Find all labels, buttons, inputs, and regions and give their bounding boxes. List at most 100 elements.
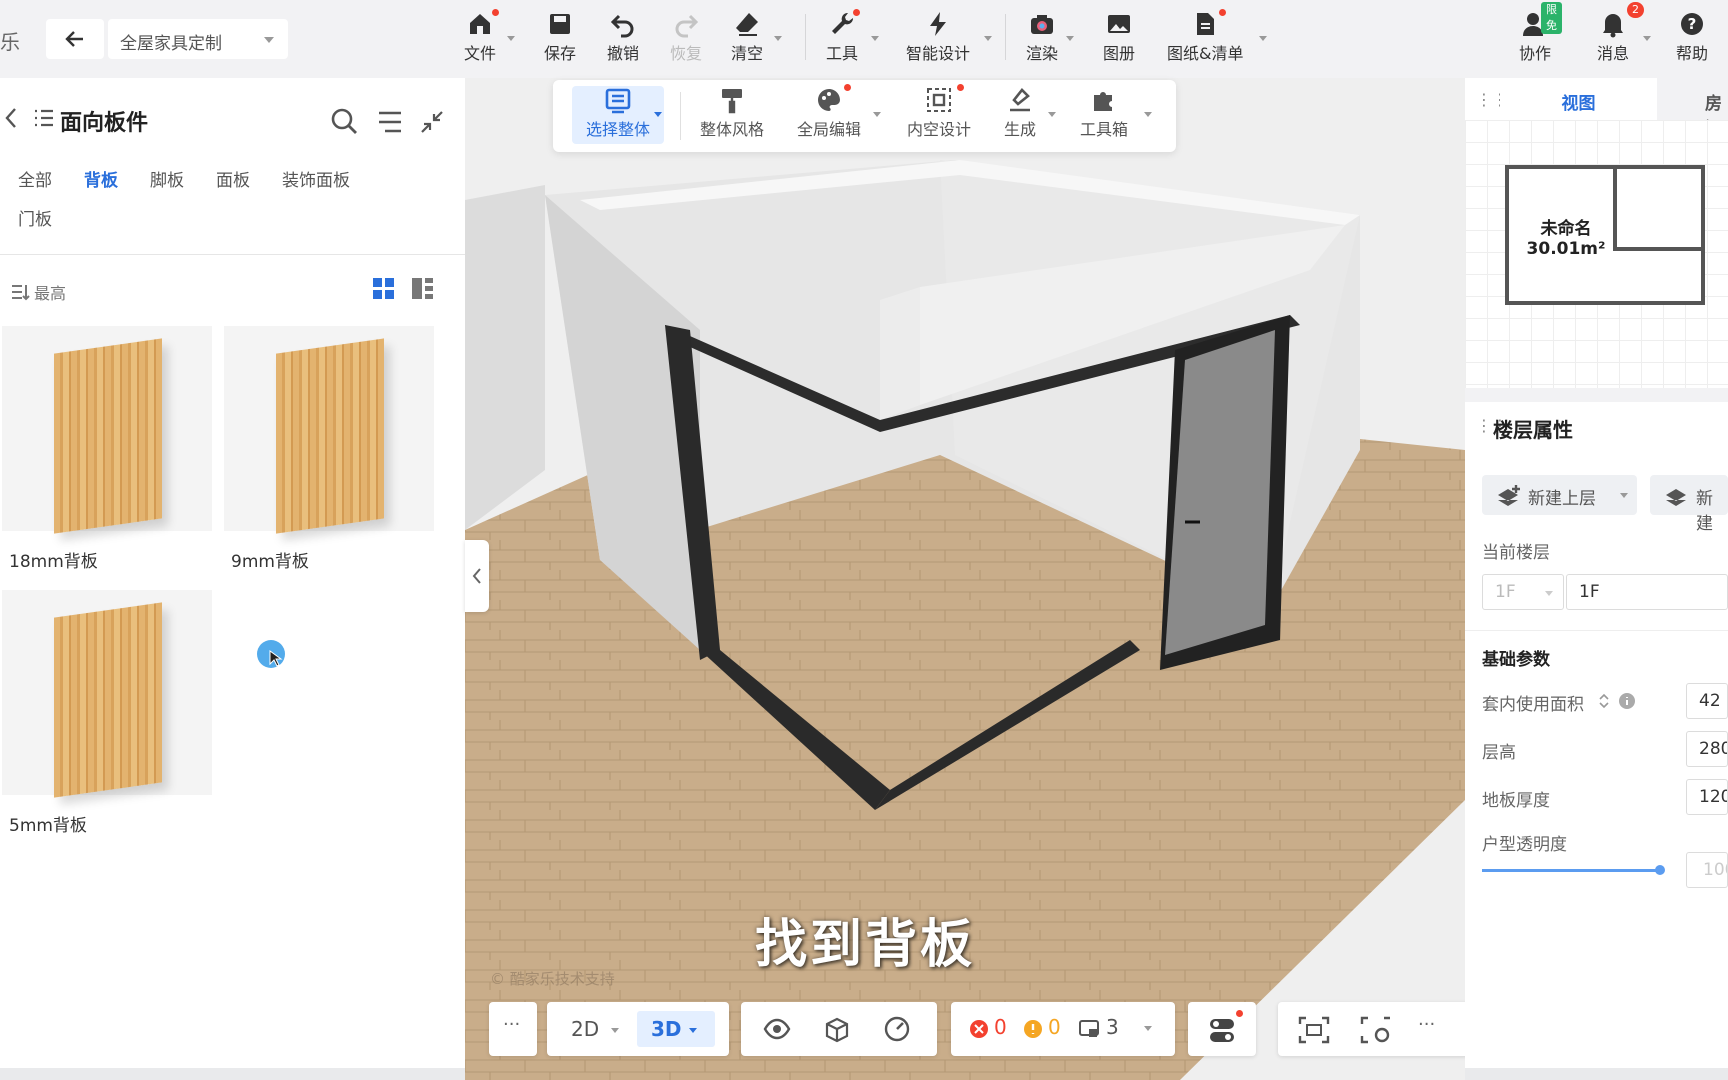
- chevron-down-icon: [1259, 36, 1267, 41]
- project-selector[interactable]: 全屋家具定制: [108, 19, 288, 59]
- drawings-list-label: 图纸&清单: [1167, 44, 1244, 63]
- filter-icon[interactable]: [377, 110, 403, 134]
- sort-arrows-icon[interactable]: [1598, 692, 1610, 710]
- tab-face-panel[interactable]: 面板: [216, 166, 250, 191]
- model-icon: [1079, 1020, 1099, 1037]
- tab-all[interactable]: 全部: [18, 166, 52, 191]
- mode-3d-button[interactable]: 3D: [637, 1011, 715, 1047]
- watermark: © 酷家乐技术支持: [490, 970, 615, 988]
- messages-button[interactable]: 消息 2: [1597, 2, 1651, 64]
- floor-height-label: 层高: [1482, 743, 1516, 763]
- product-name: 18mm背板: [9, 552, 98, 572]
- chevron-down-icon: [689, 1028, 697, 1033]
- room-label: 未命名 30.01m²: [1521, 219, 1611, 259]
- screenshot-icon[interactable]: [1298, 1016, 1330, 1044]
- cursor-highlight: [257, 640, 285, 668]
- floor-select[interactable]: 1F: [1482, 574, 1564, 610]
- collapse-icon[interactable]: [420, 110, 444, 134]
- floor-name-input[interactable]: 1F: [1566, 574, 1728, 610]
- save-label: 保存: [544, 44, 577, 63]
- more-icon[interactable]: ···: [1418, 1014, 1435, 1035]
- viewport-tools: ···: [1278, 1002, 1470, 1056]
- chevron-down-icon: [1048, 112, 1056, 117]
- collaborate-button[interactable]: 协作 限免: [1519, 2, 1562, 64]
- list-view-icon[interactable]: [411, 277, 435, 301]
- interior-design-button[interactable]: 内空设计: [907, 82, 971, 140]
- new-lower-floor-button[interactable]: 新建: [1650, 475, 1728, 534]
- sort-control[interactable]: 最高: [10, 280, 66, 304]
- tab-room[interactable]: 房间: [1657, 78, 1728, 120]
- floor-thickness-input[interactable]: 120: [1686, 779, 1728, 815]
- display-tools: [741, 1002, 937, 1056]
- tab-view[interactable]: 视图: [1500, 78, 1657, 120]
- grid-view-icon[interactable]: [372, 277, 396, 301]
- chevron-down-icon: [654, 112, 662, 117]
- warning-count: 0: [1048, 1015, 1061, 1039]
- global-edit-button[interactable]: 全局编辑: [797, 82, 881, 140]
- product-name: 9mm背板: [231, 552, 309, 572]
- select-whole-label: 选择整体: [585, 120, 650, 139]
- floorplan-wall: [1613, 247, 1703, 251]
- clear-button[interactable]: 清空: [731, 10, 782, 64]
- transparency-slider[interactable]: [1482, 865, 1665, 875]
- settings-toggle-button[interactable]: [1188, 1002, 1256, 1056]
- cube-icon[interactable]: [823, 1015, 851, 1043]
- undo-icon: [610, 14, 634, 38]
- select-whole-button[interactable]: 选择整体: [572, 86, 664, 144]
- tab-door-panel[interactable]: 门板: [18, 205, 52, 230]
- album-button[interactable]: 图册: [1103, 10, 1135, 64]
- chevron-down-icon: [871, 36, 879, 41]
- model-count: 3: [1106, 1015, 1119, 1039]
- more-options-button[interactable]: ···: [489, 1002, 537, 1056]
- undo-button[interactable]: 撤销: [607, 10, 639, 64]
- lightning-icon: [930, 12, 946, 36]
- collapse-panel-handle[interactable]: [465, 540, 489, 612]
- smart-design-label: 智能设计: [906, 44, 971, 63]
- chevron-left-icon[interactable]: [4, 106, 18, 130]
- toolbar-divider: [1005, 14, 1006, 60]
- product-card[interactable]: [2, 326, 212, 534]
- redo-button[interactable]: 恢复: [670, 10, 702, 64]
- chevron-down-icon: [1620, 493, 1628, 498]
- back-panel-thumbnail: [54, 602, 162, 798]
- drawings-list-button[interactable]: 图纸&清单: [1167, 7, 1267, 64]
- chevron-down-icon: [1545, 591, 1553, 596]
- usable-area-input[interactable]: 42: [1686, 683, 1728, 719]
- tab-back-panel[interactable]: 背板: [84, 166, 118, 191]
- generate-button[interactable]: 生成: [1004, 86, 1056, 140]
- render-button[interactable]: 渲染: [1026, 10, 1074, 64]
- save-button[interactable]: 保存: [544, 10, 576, 64]
- puzzle-icon: [1094, 92, 1112, 111]
- product-card[interactable]: [224, 326, 434, 534]
- eye-icon[interactable]: [763, 1016, 791, 1042]
- tab-decor-panel[interactable]: 装饰面板: [282, 166, 350, 191]
- mode-2d-button[interactable]: 2D: [561, 1011, 627, 1047]
- chevron-down-icon: [264, 37, 274, 43]
- file-button[interactable]: 文件: [464, 7, 515, 64]
- floor-height-input[interactable]: 280: [1686, 731, 1728, 767]
- floor-select-value: 1F: [1495, 582, 1516, 602]
- transparency-input[interactable]: 100: [1686, 852, 1728, 888]
- status-checks[interactable]: 0 0 3: [951, 1002, 1175, 1056]
- overall-style-button[interactable]: 整体风格: [700, 86, 764, 140]
- info-icon[interactable]: [1618, 692, 1636, 710]
- gavel-icon: [1010, 88, 1030, 112]
- tab-kick-panel[interactable]: 脚板: [150, 166, 184, 191]
- slider-knob[interactable]: [1655, 865, 1665, 875]
- smart-design-button[interactable]: 智能设计: [906, 10, 992, 64]
- notification-dot: [955, 82, 966, 93]
- help-label: 帮助: [1676, 44, 1709, 63]
- chevron-down-icon: [507, 36, 515, 41]
- palette-icon: [818, 89, 840, 111]
- help-button[interactable]: ? 帮助: [1676, 10, 1708, 64]
- back-button[interactable]: [46, 19, 104, 59]
- tools-button[interactable]: 工具: [826, 7, 879, 64]
- gauge-icon[interactable]: [883, 1015, 911, 1043]
- view-settings-icon[interactable]: [1360, 1016, 1392, 1044]
- toolbox-button[interactable]: 工具箱: [1080, 86, 1152, 140]
- divider: [0, 254, 465, 255]
- usable-area-label: 套内使用面积: [1482, 695, 1584, 715]
- product-card[interactable]: [2, 590, 212, 798]
- new-upper-floor-button[interactable]: 新建上层: [1482, 475, 1637, 515]
- search-icon[interactable]: [330, 107, 358, 135]
